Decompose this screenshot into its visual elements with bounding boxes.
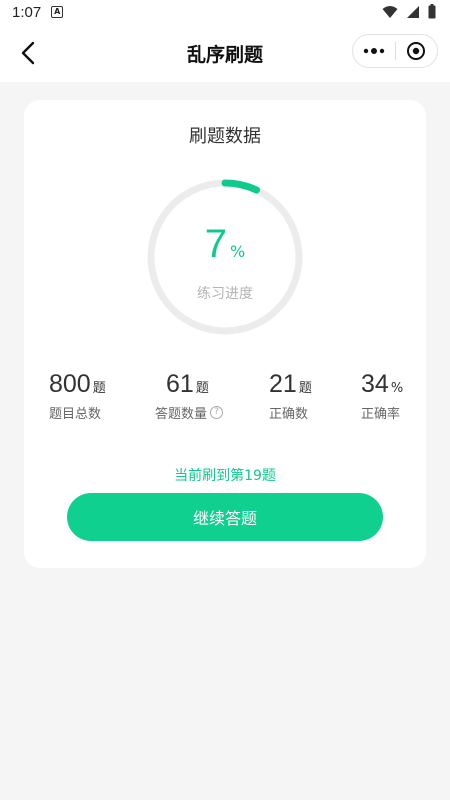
- stat-label: 正确数: [269, 407, 309, 422]
- stat-answered: 61 题 答题数量?: [155, 370, 224, 422]
- notification-icon: A: [51, 6, 64, 18]
- chevron-left-icon: [21, 41, 35, 65]
- more-button[interactable]: [353, 35, 395, 67]
- more-dots-icon: [363, 48, 384, 54]
- stat-value: 21: [269, 370, 297, 398]
- target-close-icon: [407, 42, 426, 60]
- battery-icon: [428, 4, 436, 19]
- stat-unit: 题: [92, 381, 106, 396]
- stat-value: 61: [166, 370, 194, 398]
- progress-value: 7: [204, 222, 228, 266]
- close-button[interactable]: [395, 35, 437, 67]
- nav-bar: 乱序刷题: [0, 24, 450, 82]
- card-title: 刷题数据: [189, 126, 261, 147]
- signal-icon: [407, 5, 419, 18]
- current-question-text: 当前刷到第19题: [174, 468, 276, 484]
- progress-unit: %: [230, 242, 246, 261]
- stats-row: 800 题 题目总数 61 题 答题数量? 21 题 正确数 34% 正确率: [24, 370, 426, 430]
- status-icons: [382, 4, 436, 19]
- stat-accuracy: 34% 正确率: [361, 370, 403, 422]
- back-button[interactable]: [14, 38, 42, 68]
- stat-value: 800: [49, 370, 91, 398]
- continue-button[interactable]: 继续答题: [67, 493, 383, 541]
- stat-label: 答题数量: [155, 407, 208, 422]
- stat-value: 34: [361, 370, 389, 398]
- status-time: 1:07: [12, 3, 42, 21]
- stat-label: 正确率: [361, 407, 401, 422]
- progress-label: 练习进度: [197, 286, 253, 302]
- status-bar: 1:07 A: [0, 0, 450, 24]
- progress-percent: 7%: [24, 222, 426, 267]
- stat-unit: 题: [298, 381, 312, 396]
- help-icon[interactable]: ?: [210, 406, 224, 419]
- stat-label: 题目总数: [49, 407, 102, 422]
- stat-unit: 题: [195, 381, 209, 396]
- wifi-icon: [382, 5, 398, 18]
- mini-program-capsule: [352, 34, 438, 68]
- stat-unit: %: [390, 381, 404, 396]
- stat-total: 800 题 题目总数: [49, 370, 106, 422]
- page-title: 乱序刷题: [186, 43, 263, 66]
- stat-correct: 21 题 正确数: [269, 370, 312, 422]
- stats-card: 刷题数据 7% 练习进度 800 题 题目总数 61 题 答题数量? 21 题 正确数…: [24, 100, 426, 568]
